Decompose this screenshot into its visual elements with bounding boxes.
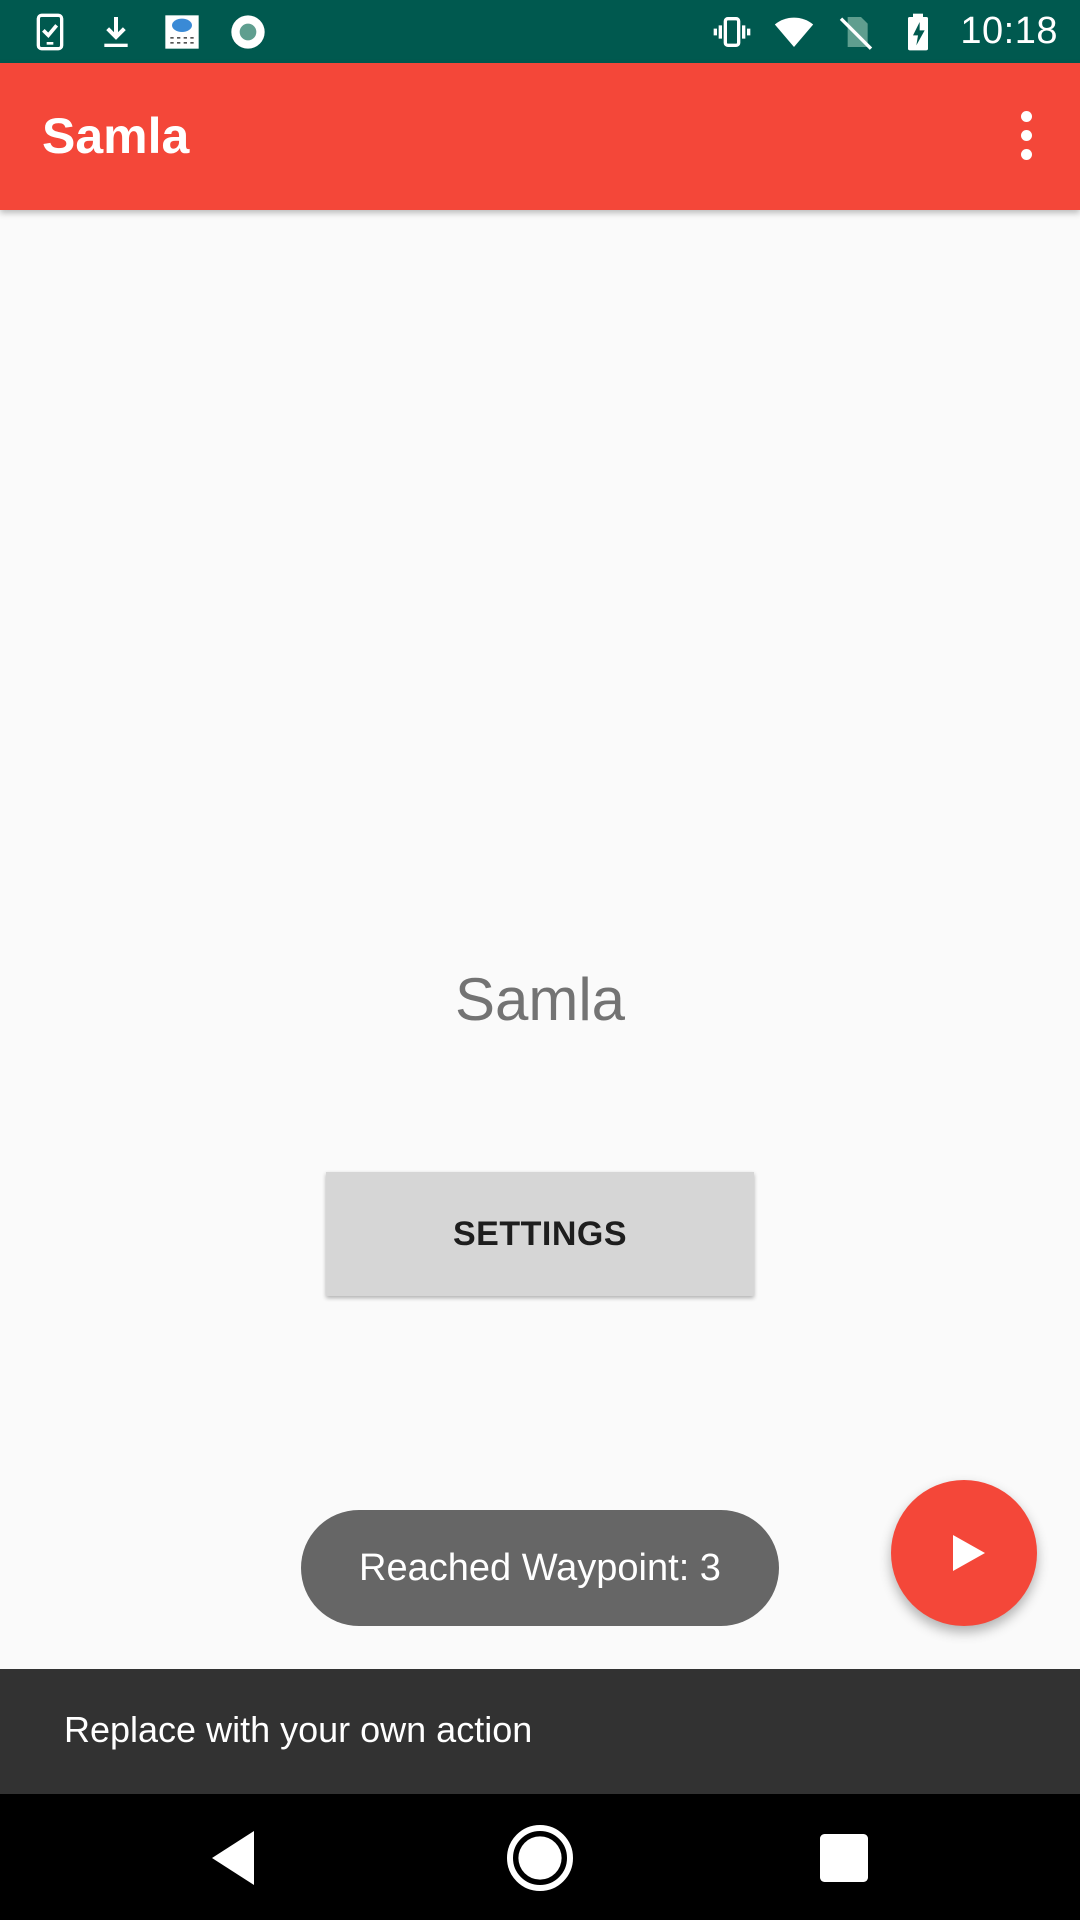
status-clock: 10:18 xyxy=(960,10,1058,52)
snackbar: Replace with your own action xyxy=(0,1669,1080,1794)
more-vert-icon[interactable] xyxy=(994,99,1058,171)
weather-test-icon xyxy=(162,12,202,52)
task-check-icon xyxy=(30,12,70,52)
play-fab-button[interactable] xyxy=(891,1480,1037,1626)
back-icon[interactable] xyxy=(200,1822,272,1894)
battery-charging-icon xyxy=(898,12,938,52)
settings-button[interactable]: SETTINGS xyxy=(326,1172,754,1296)
main-title: Samla xyxy=(454,966,626,1033)
toast-text: Reached Waypoint: 3 xyxy=(359,1546,721,1589)
home-icon[interactable] xyxy=(504,1822,576,1894)
status-bar: 10:18 xyxy=(0,0,1080,63)
recents-icon[interactable] xyxy=(808,1822,880,1894)
app-bar: Samla xyxy=(0,63,1080,210)
wifi-icon xyxy=(774,12,814,52)
no-sim-icon xyxy=(836,12,876,52)
app-bar-title: Samla xyxy=(42,108,190,164)
snackbar-text: Replace with your own action xyxy=(64,1709,533,1750)
download-icon xyxy=(96,12,136,52)
status-system-icons: 10:18 xyxy=(712,8,1058,55)
toast-message: Reached Waypoint: 3 xyxy=(301,1510,779,1626)
status-notification-icons xyxy=(30,10,268,53)
vibrate-icon xyxy=(712,12,752,52)
play-icon xyxy=(953,1535,985,1571)
record-circle-icon xyxy=(228,12,268,52)
navigation-bar xyxy=(0,1794,1080,1920)
